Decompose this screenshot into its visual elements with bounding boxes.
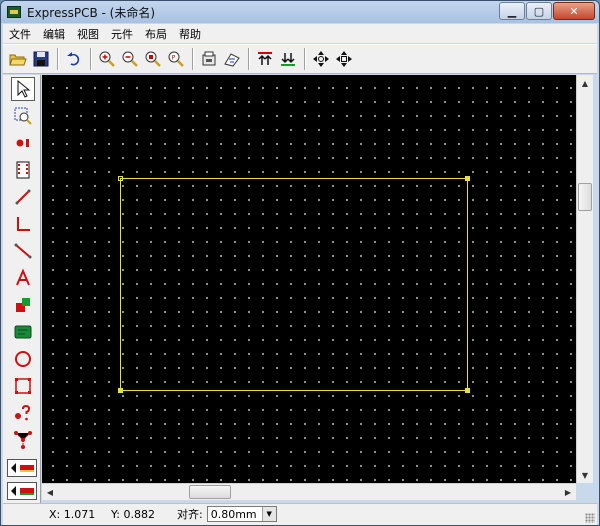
zoom-window-icon[interactable] bbox=[142, 48, 164, 70]
scroll-down-arrow[interactable]: ▼ bbox=[577, 467, 593, 483]
chevron-down-icon[interactable]: ▼ bbox=[261, 507, 276, 521]
vertical-scrollbar[interactable]: ▲ ▼ bbox=[576, 75, 593, 483]
menu-layout[interactable]: 布局 bbox=[139, 26, 173, 42]
menu-component[interactable]: 元件 bbox=[105, 26, 139, 42]
board-corner-handle[interactable] bbox=[465, 388, 470, 393]
main-toolbar: P bbox=[3, 44, 597, 74]
board-origin-handle[interactable] bbox=[118, 176, 123, 181]
select-arrow-icon[interactable] bbox=[11, 77, 35, 101]
board-corner-handle[interactable] bbox=[465, 176, 470, 181]
app-logo-icon bbox=[7, 6, 21, 18]
toolbar-separator bbox=[90, 48, 92, 70]
netlist-icon[interactable] bbox=[11, 428, 35, 452]
horizontal-scroll-thumb[interactable] bbox=[189, 485, 231, 499]
move-icon[interactable] bbox=[333, 48, 355, 70]
grid-snap: 对齐: 0.80mm ▼ bbox=[177, 506, 277, 522]
maximize-button[interactable]: ▢ bbox=[526, 2, 552, 20]
open-folder-icon[interactable] bbox=[7, 48, 29, 70]
layer-top-toggle[interactable] bbox=[7, 459, 37, 477]
menu-help[interactable]: 帮助 bbox=[173, 26, 207, 42]
grid-snap-select[interactable]: 0.80mm ▼ bbox=[206, 506, 277, 522]
properties-icon[interactable] bbox=[198, 48, 220, 70]
cursor-y-readout: Y: 0.882 bbox=[111, 508, 155, 521]
board-outline[interactable] bbox=[118, 176, 470, 393]
toolbar-separator bbox=[192, 48, 194, 70]
board-shape-icon[interactable] bbox=[11, 320, 35, 344]
menu-view[interactable]: 视图 bbox=[71, 26, 105, 42]
diagonal-trace-icon[interactable] bbox=[11, 239, 35, 263]
component-lib-icon[interactable] bbox=[221, 48, 243, 70]
pad-icon[interactable] bbox=[11, 131, 35, 155]
toolbar-separator bbox=[248, 48, 250, 70]
minimize-button[interactable]: ▁ bbox=[499, 2, 525, 20]
tool-palette bbox=[3, 75, 41, 505]
cursor-x-readout: X: 1.071 bbox=[49, 508, 96, 521]
grid-snap-label: 对齐: bbox=[177, 508, 203, 521]
resize-grip[interactable] bbox=[585, 513, 595, 523]
status-bar: X: 1.071 Y: 0.882 对齐: 0.80mm ▼ bbox=[3, 503, 597, 525]
menu-edit[interactable]: 编辑 bbox=[37, 26, 71, 42]
window-title: ExpressPCB - (未命名) bbox=[27, 5, 156, 20]
text-icon[interactable] bbox=[11, 266, 35, 290]
toolbar-separator bbox=[57, 48, 59, 70]
top-layer-icon[interactable] bbox=[254, 48, 276, 70]
zoom-select-icon[interactable] bbox=[11, 104, 35, 128]
pan-icon[interactable] bbox=[310, 48, 332, 70]
close-button[interactable]: ✕ bbox=[553, 2, 595, 20]
save-icon[interactable] bbox=[30, 48, 52, 70]
window-controls: ▁ ▢ ✕ bbox=[498, 2, 595, 20]
pcb-canvas[interactable] bbox=[42, 75, 576, 483]
trace-icon[interactable] bbox=[11, 185, 35, 209]
zoom-in-icon[interactable] bbox=[96, 48, 118, 70]
board-corner-handle[interactable] bbox=[118, 388, 123, 393]
layer-swap-icon[interactable] bbox=[11, 293, 35, 317]
svg-text:P: P bbox=[172, 55, 176, 62]
query-icon[interactable] bbox=[11, 401, 35, 425]
undo-icon[interactable] bbox=[63, 48, 85, 70]
scroll-right-arrow[interactable]: ▶ bbox=[560, 484, 576, 500]
horizontal-scrollbar[interactable]: ◀ ▶ bbox=[42, 483, 576, 500]
menu-bar: 文件 编辑 视图 元件 布局 帮助 bbox=[3, 24, 597, 43]
zoom-page-icon[interactable]: P bbox=[165, 48, 187, 70]
component-icon[interactable] bbox=[11, 158, 35, 182]
bottom-layer-icon[interactable] bbox=[277, 48, 299, 70]
scroll-left-arrow[interactable]: ◀ bbox=[42, 484, 58, 500]
rect-icon[interactable] bbox=[11, 374, 35, 398]
zoom-out-icon[interactable] bbox=[119, 48, 141, 70]
scroll-up-arrow[interactable]: ▲ bbox=[577, 75, 593, 91]
app-window: ExpressPCB - (未命名) ▁ ▢ ✕ 文件 编辑 视图 元件 布局 … bbox=[0, 0, 600, 526]
menu-file[interactable]: 文件 bbox=[3, 26, 37, 42]
title-bar[interactable]: ExpressPCB - (未命名) ▁ ▢ ✕ bbox=[1, 1, 599, 23]
toolbar-separator bbox=[304, 48, 306, 70]
corner-trace-icon[interactable] bbox=[11, 212, 35, 236]
circle-icon[interactable] bbox=[11, 347, 35, 371]
vertical-scroll-thumb[interactable] bbox=[578, 183, 592, 211]
layer-bottom-toggle[interactable] bbox=[7, 482, 37, 500]
grid-snap-value: 0.80mm bbox=[210, 507, 257, 521]
